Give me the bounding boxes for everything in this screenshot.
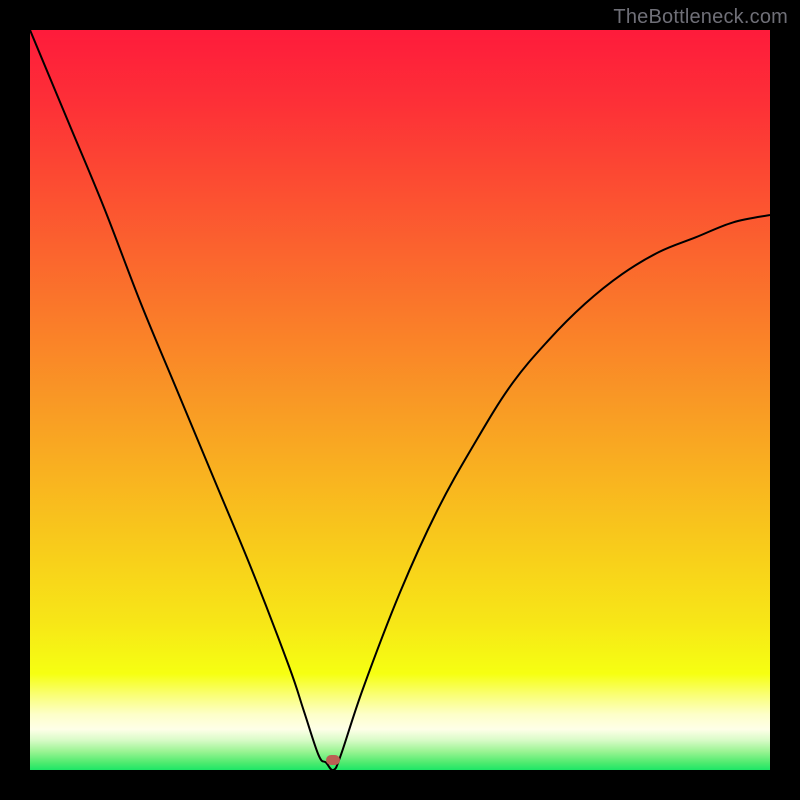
plot-area: [30, 30, 770, 770]
chart-frame: TheBottleneck.com: [0, 0, 800, 800]
optimal-point-marker: [326, 755, 340, 765]
bottleneck-curve: [30, 30, 770, 770]
watermark-text: TheBottleneck.com: [613, 6, 788, 29]
